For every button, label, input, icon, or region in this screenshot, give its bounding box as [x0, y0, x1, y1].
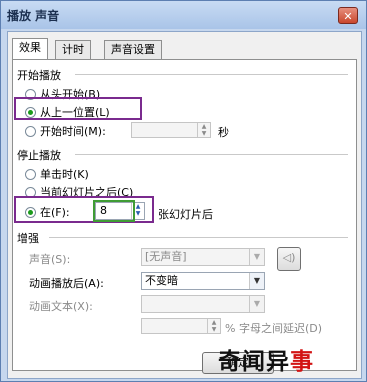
letter-delay-spinner[interactable]: ▲ ▼	[141, 318, 221, 334]
dialog-window: 播放 声音 ✕ 效果 计时 声音设置 开始播放 从头开始(B) 从上一位置(L)…	[0, 0, 367, 382]
animate-text-label: 动画文本(X):	[29, 300, 93, 313]
slides-suffix-label: 张幻灯片后	[158, 208, 213, 221]
close-button[interactable]: ✕	[338, 7, 358, 24]
sound-select[interactable]: [无声音] ▼	[141, 248, 265, 266]
chevron-down-icon[interactable]: ▼	[249, 249, 264, 265]
divider	[75, 74, 348, 75]
start-section-heading: 开始播放	[17, 69, 61, 82]
stop-section-heading: 停止播放	[17, 149, 61, 162]
window-title: 播放 声音	[7, 9, 60, 23]
seconds-label: 秒	[218, 126, 229, 139]
divider	[49, 237, 348, 238]
tab-page-effect: 开始播放 从头开始(B) 从上一位置(L) 开始时间(M): ▲ ▼ 秒 停止播放	[12, 59, 357, 371]
chevron-down-icon[interactable]: ▼	[249, 273, 264, 289]
radio-on-click-row[interactable]: 单击时(K)	[25, 166, 89, 182]
highlight-box	[14, 97, 142, 120]
tab-timing[interactable]: 计时	[55, 40, 91, 59]
radio-start-time-label: 开始时间(M):	[40, 125, 106, 138]
highlight-box	[93, 200, 135, 222]
after-animation-label: 动画播放后(A):	[29, 277, 104, 290]
radio-start-time-row[interactable]: 开始时间(M):	[25, 123, 106, 139]
tab-sound-settings[interactable]: 声音设置	[104, 40, 162, 59]
watermark-text-red: 事	[290, 349, 314, 375]
divider	[75, 154, 348, 155]
spinner-arrows-icon[interactable]: ▲ ▼	[197, 123, 210, 137]
dialog-body: 效果 计时 声音设置 开始播放 从头开始(B) 从上一位置(L) 开始时间(M)…	[7, 31, 362, 379]
watermark-logo: 奇闻异事	[218, 342, 314, 376]
after-animation-select[interactable]: 不变暗 ▼	[141, 272, 265, 290]
enhance-section-heading: 增强	[17, 232, 39, 245]
radio-on-click-label: 单击时(K)	[40, 168, 89, 181]
title-bar: 播放 声音 ✕	[1, 1, 366, 29]
start-time-spinner[interactable]: ▲ ▼	[131, 122, 211, 138]
after-animation-value: 不变暗	[145, 274, 178, 287]
sound-select-value: [无声音]	[145, 250, 187, 263]
radio-start-time[interactable]	[25, 125, 36, 137]
watermark-text: 奇闻异	[218, 349, 290, 375]
chevron-down-icon[interactable]: ▼	[249, 296, 264, 312]
speaker-icon[interactable]: ◁)	[277, 247, 301, 271]
sound-label: 声音(S):	[29, 253, 71, 266]
radio-on-click[interactable]	[25, 168, 36, 180]
spinner-arrows-icon[interactable]: ▲ ▼	[207, 319, 220, 333]
tab-effect[interactable]: 效果	[12, 38, 48, 59]
letter-delay-label: % 字母之间延迟(D)	[225, 322, 323, 335]
animate-text-select[interactable]: ▼	[141, 295, 265, 313]
